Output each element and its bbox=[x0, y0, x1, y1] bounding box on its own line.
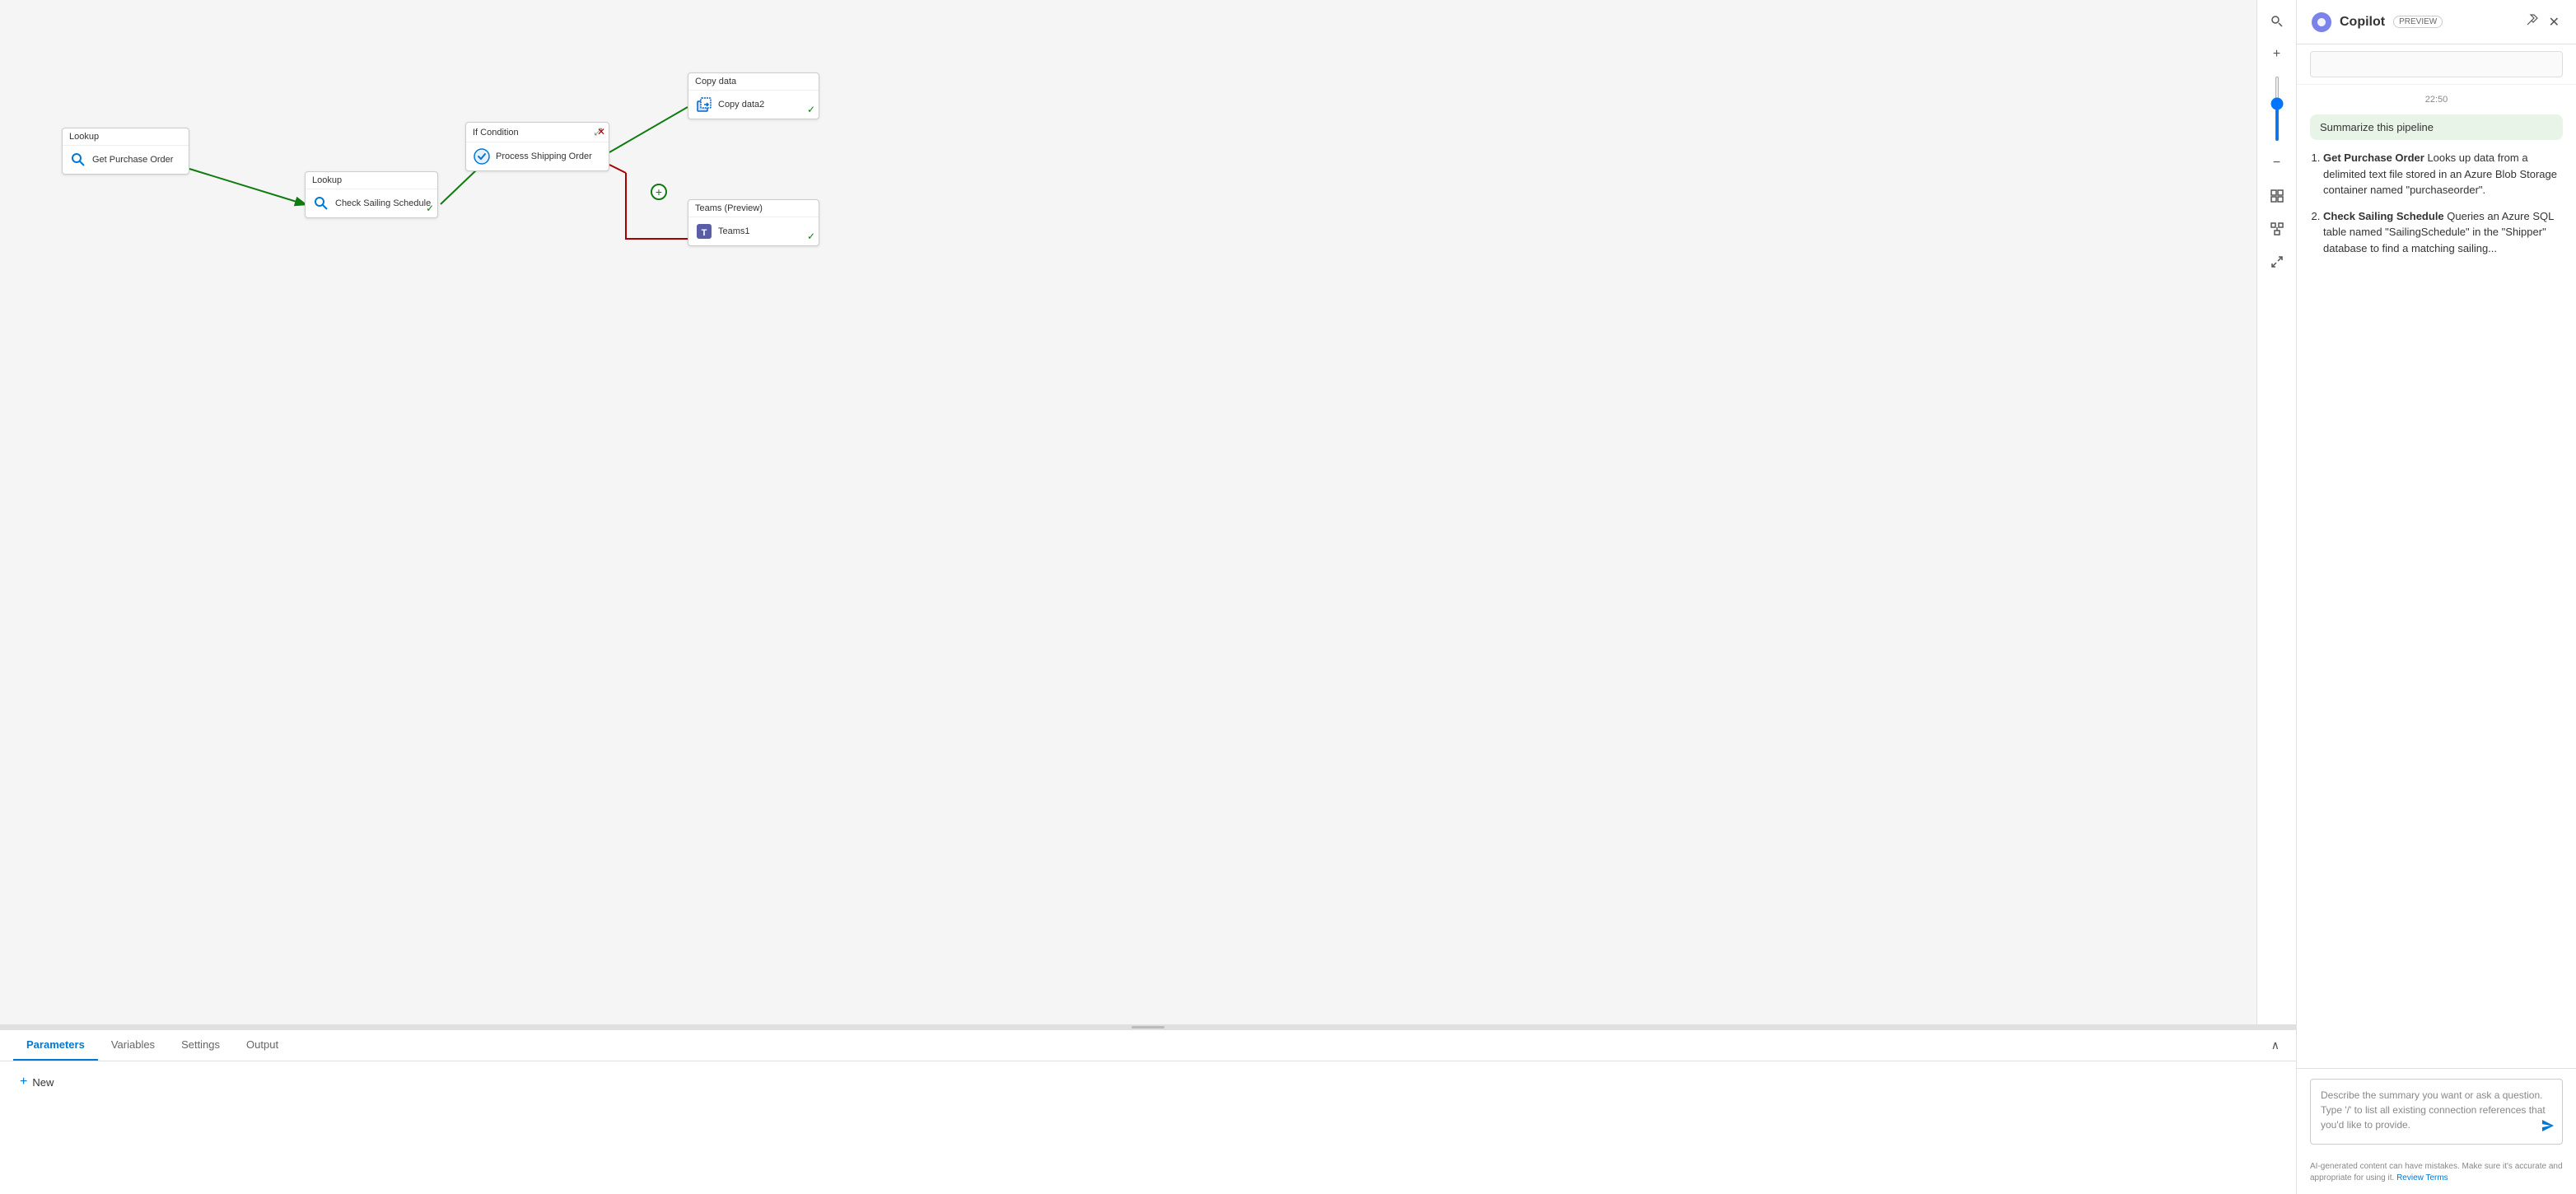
copilot-title: Copilot bbox=[2340, 15, 2385, 30]
copilot-input-box[interactable]: Describe the summary you want or ask a q… bbox=[2310, 1079, 2563, 1145]
check-icon-teams: ✓ bbox=[807, 231, 815, 242]
bottom-panel-tabs: Parameters Variables Settings Output ∧ bbox=[0, 1030, 2296, 1061]
main-area: Lookup Get Purchase Order Lookup Check S… bbox=[0, 0, 2296, 1194]
response-item-2-title: Check Sailing Schedule bbox=[2323, 210, 2444, 222]
lookup-get-purchase-order[interactable]: Lookup Get Purchase Order bbox=[62, 128, 189, 175]
copy-data-icon bbox=[695, 96, 713, 114]
connections-svg bbox=[0, 0, 2296, 1024]
copilot-timestamp: 22:50 bbox=[2310, 95, 2563, 105]
node-label-lookup1: Get Purchase Order bbox=[92, 155, 173, 165]
if-condition-label: Process Shipping Order bbox=[496, 152, 592, 161]
new-button-label: New bbox=[32, 1076, 54, 1089]
copy-data-node[interactable]: Copy data Copy data2 ✓ bbox=[688, 72, 819, 119]
if-condition-node[interactable]: If Condition ⤢ Process Shipping Order ✕ bbox=[465, 122, 609, 171]
copilot-logo bbox=[2310, 11, 2333, 34]
add-node-button[interactable]: + bbox=[651, 184, 667, 200]
copilot-search-area bbox=[2297, 44, 2576, 85]
copilot-footer: AI-generated content can have mistakes. … bbox=[2297, 1154, 2576, 1194]
copilot-close-button[interactable]: ✕ bbox=[2546, 10, 2563, 34]
copilot-response-item-2: Check Sailing Schedule Queries an Azure … bbox=[2323, 208, 2563, 257]
lookup-check-sailing-schedule[interactable]: Lookup Check Sailing Schedule ✓ bbox=[305, 171, 438, 218]
svg-text:T: T bbox=[702, 228, 707, 238]
response-item-1-title: Get Purchase Order bbox=[2323, 152, 2424, 164]
new-parameter-button[interactable]: + New bbox=[13, 1071, 60, 1093]
tab-settings[interactable]: Settings bbox=[168, 1030, 233, 1061]
copilot-user-message: Summarize this pipeline bbox=[2310, 114, 2563, 140]
copilot-messages: 22:50 Summarize this pipeline Get Purcha… bbox=[2297, 85, 2576, 1068]
teams-node[interactable]: Teams (Preview) T Teams1 ✓ bbox=[688, 199, 819, 246]
copilot-header-actions: ✕ bbox=[2522, 10, 2563, 34]
copilot-pin-button[interactable] bbox=[2522, 10, 2542, 34]
tab-parameters[interactable]: Parameters bbox=[13, 1030, 98, 1061]
copy-data-label: Copy data2 bbox=[718, 100, 764, 110]
bottom-panel: Parameters Variables Settings Output ∧ +… bbox=[0, 1029, 2296, 1194]
plus-icon: + bbox=[20, 1075, 27, 1089]
expand-canvas-button[interactable] bbox=[2262, 247, 2292, 277]
node-label-lookup2: Check Sailing Schedule bbox=[335, 198, 431, 208]
search-canvas-button[interactable] bbox=[2262, 7, 2292, 36]
check-icon-copy: ✓ bbox=[807, 104, 815, 115]
pipeline-canvas: Lookup Get Purchase Order Lookup Check S… bbox=[0, 0, 2296, 1024]
copilot-input-area: Describe the summary you want or ask a q… bbox=[2297, 1068, 2576, 1154]
node-header-lookup2: Lookup bbox=[306, 172, 437, 189]
x-icon-process: ✕ bbox=[597, 126, 605, 138]
copilot-response-item-1: Get Purchase Order Looks up data from a … bbox=[2323, 150, 2563, 198]
copilot-response: Get Purchase Order Looks up data from a … bbox=[2310, 150, 2563, 256]
copilot-preview-badge: PREVIEW bbox=[2393, 16, 2443, 28]
tab-output[interactable]: Output bbox=[233, 1030, 292, 1061]
zoom-in-button[interactable]: + bbox=[2262, 40, 2292, 69]
copilot-send-button[interactable] bbox=[2541, 1118, 2555, 1137]
canvas-toolbar: + − bbox=[2256, 0, 2296, 1024]
copy-data-header: Copy data bbox=[688, 73, 819, 91]
review-terms-link[interactable]: Review Terms bbox=[2396, 1173, 2448, 1182]
bottom-panel-content: + New bbox=[0, 1061, 2296, 1103]
zoom-out-button[interactable]: − bbox=[2262, 148, 2292, 178]
fit-view-button[interactable] bbox=[2262, 181, 2292, 211]
teams-label: Teams1 bbox=[718, 226, 750, 236]
if-condition-icon bbox=[473, 147, 491, 166]
auto-layout-button[interactable] bbox=[2262, 214, 2292, 244]
copilot-placeholder-text: Describe the summary you want or ask a q… bbox=[2321, 1088, 2552, 1132]
lookup-icon-2 bbox=[312, 194, 330, 212]
tab-variables[interactable]: Variables bbox=[98, 1030, 168, 1061]
zoom-slider[interactable] bbox=[2275, 76, 2279, 142]
lookup-icon-1 bbox=[69, 151, 87, 169]
copilot-panel: Copilot PREVIEW ✕ 22:50 Summarize this p… bbox=[2296, 0, 2576, 1194]
if-condition-header: If Condition bbox=[473, 128, 519, 138]
copilot-header: Copilot PREVIEW ✕ bbox=[2297, 0, 2576, 44]
collapse-panel-button[interactable]: ∧ bbox=[2268, 1035, 2283, 1056]
teams-icon: T bbox=[695, 222, 713, 240]
teams-header: Teams (Preview) bbox=[688, 200, 819, 217]
check-icon-lookup2: ✓ bbox=[426, 203, 434, 214]
node-header-lookup1: Lookup bbox=[63, 128, 189, 146]
zoom-slider-container bbox=[2275, 76, 2279, 142]
